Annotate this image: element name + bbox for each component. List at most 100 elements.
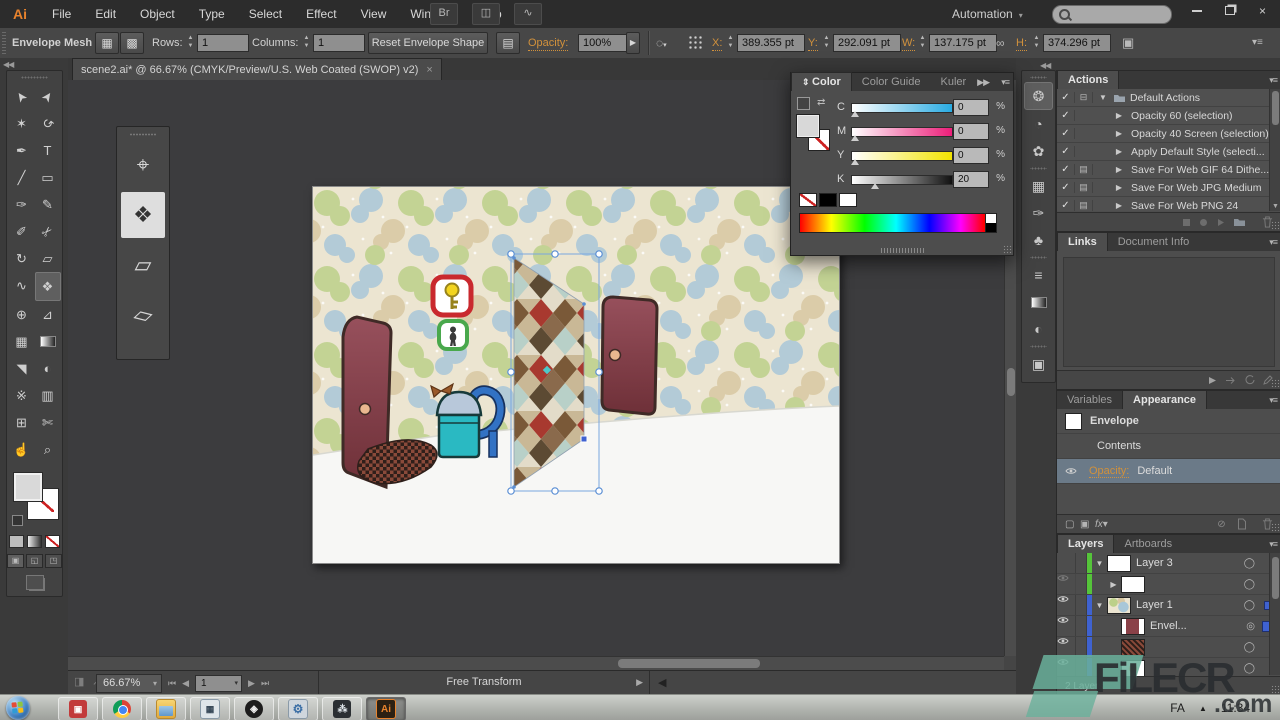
layers-scrollbar[interactable] <box>1269 553 1280 675</box>
last-artboard-icon[interactable]: ⏭ <box>261 678 269 689</box>
opacity-input[interactable]: 100% <box>578 34 628 52</box>
zoom-tool[interactable]: ⌕ <box>35 436 61 463</box>
stop-icon[interactable] <box>1182 218 1191 227</box>
free-transform-button[interactable]: ❖ <box>121 192 165 238</box>
links-panel-menu-icon[interactable]: ▾≡ <box>1269 237 1277 248</box>
layers-panel-menu-icon[interactable]: ▾≡ <box>1269 539 1277 550</box>
appearance-resize-grip[interactable] <box>1271 523 1280 532</box>
slider-track[interactable] <box>851 127 953 137</box>
reset-envelope-shape-button[interactable]: Reset Envelope Shape <box>368 32 488 54</box>
taskbar-nodes-app[interactable]: ⁂ <box>322 697 362 720</box>
status-display[interactable]: Free Transform▶ <box>318 671 650 694</box>
vertical-scroll-thumb[interactable] <box>1007 368 1015 396</box>
layer-target-icon[interactable]: ◎ <box>1246 621 1255 632</box>
color-collapse-icon[interactable]: ▶▶ <box>977 77 989 88</box>
record-icon[interactable] <box>1199 218 1208 227</box>
bounding-box-icon[interactable]: ▣ <box>1122 28 1134 58</box>
gradient-tool[interactable] <box>35 328 61 355</box>
selection-tool[interactable]: ➤ <box>9 83 35 110</box>
taskbar-unity[interactable]: ◈ <box>234 697 274 720</box>
color-panel-drag-dots[interactable] <box>881 248 925 253</box>
slider-track[interactable] <box>851 175 953 185</box>
horizontal-scroll-thumb[interactable] <box>618 659 760 668</box>
layer-visibility-icon[interactable] <box>1057 553 1076 573</box>
opacity-dropdown-arrow[interactable]: ▶ <box>626 32 640 54</box>
constrain-button[interactable]: ⌖ <box>121 142 165 188</box>
x-input[interactable]: 389.355 pt <box>737 34 805 52</box>
tab-color-guide[interactable]: Color Guide <box>852 73 931 91</box>
symbols-icon[interactable]: ♣ <box>1025 227 1052 253</box>
tab-color[interactable]: Color <box>791 72 852 91</box>
mesh-tool[interactable]: ▦ <box>9 328 35 355</box>
brushes-icon[interactable]: ✑ <box>1025 200 1052 226</box>
close-button[interactable]: × <box>1246 0 1279 22</box>
grayscale-icon[interactable] <box>797 97 810 110</box>
horizontal-scrollbar[interactable] <box>68 656 1004 671</box>
person-sign[interactable] <box>439 321 467 349</box>
tab-actions[interactable]: Actions <box>1057 70 1119 89</box>
draw-inside-button[interactable]: ◳ <box>45 554 62 568</box>
free-transform-tool[interactable]: ❖ <box>35 272 61 301</box>
slider-value-input[interactable]: 20 <box>953 171 989 188</box>
prev-artboard-icon[interactable]: ◀ <box>182 678 189 689</box>
swap-fill-stroke-icon[interactable]: ⇄ <box>817 97 825 108</box>
perspective-grid-tool[interactable]: ⊿ <box>35 301 61 328</box>
black-swatch[interactable] <box>819 193 837 207</box>
eye-icon[interactable] <box>1065 467 1081 475</box>
update-icon[interactable] <box>1245 375 1255 385</box>
next-artboard-icon[interactable]: ▶ <box>248 678 255 689</box>
right-door[interactable] <box>602 297 657 414</box>
y-input[interactable]: 292.091 pt <box>833 34 901 52</box>
tab-appearance[interactable]: Appearance <box>1122 390 1207 409</box>
none-swatch[interactable] <box>799 193 817 207</box>
tab-layers[interactable]: Layers <box>1057 534 1114 553</box>
navigator-icon[interactable]: ▣ <box>1025 351 1052 377</box>
w-stepper[interactable]: ▲▼ <box>918 34 927 51</box>
menu-edit[interactable]: Edit <box>83 0 128 28</box>
color-guide-icon[interactable]: ◔ <box>1025 111 1052 137</box>
layer-row[interactable]: Envel...◎ <box>1057 616 1280 637</box>
gradient-icon[interactable] <box>1025 289 1052 315</box>
constrain-proportions-icon[interactable]: ∞ <box>996 28 1005 58</box>
color-fill-swatch[interactable] <box>797 115 819 137</box>
color-resize-grip[interactable] <box>1003 245 1012 254</box>
tab-artboards[interactable]: Artboards <box>1114 535 1182 553</box>
blend-tool[interactable]: ◐ <box>35 355 61 382</box>
rotate-tool[interactable]: ↻ <box>9 245 35 272</box>
menu-object[interactable]: Object <box>128 0 187 28</box>
envelope-mesh-icon[interactable]: ▦ <box>95 32 119 54</box>
color-spectrum-bar[interactable] <box>799 213 997 233</box>
none-mode-button[interactable] <box>45 535 60 548</box>
h-stepper[interactable]: ▲▼ <box>1032 34 1041 51</box>
rectangle-tool[interactable]: ▭ <box>35 164 61 191</box>
actions-panel-menu-icon[interactable]: ▾≡ <box>1269 75 1277 86</box>
opacity-link[interactable]: Opacity: <box>1089 465 1129 478</box>
magic-wand-tool[interactable]: ✶ <box>9 110 35 137</box>
status-collapse-icon[interactable]: ◀ <box>658 676 666 689</box>
key-sign[interactable] <box>433 277 471 315</box>
search-input[interactable] <box>1052 5 1172 24</box>
draw-normal-button[interactable]: ▣ <box>7 554 24 568</box>
stroke-icon[interactable]: ≡ <box>1025 262 1052 288</box>
taskbar-settings-app[interactable]: ⚙ <box>278 697 318 720</box>
symbol-sprayer-tool[interactable]: ※ <box>9 382 35 409</box>
reference-point-icon[interactable] <box>688 35 703 50</box>
bridge-icon[interactable]: Br <box>430 3 458 25</box>
anchor-point[interactable] <box>581 436 587 442</box>
layer-visibility-icon[interactable] <box>1057 574 1076 594</box>
layer-target-icon[interactable]: ◯ <box>1244 579 1255 590</box>
appearance-row[interactable]: Envelope <box>1057 409 1280 434</box>
layer-row[interactable]: ▼Layer 1◯ <box>1057 595 1280 616</box>
color-panel-icon[interactable]: ❂ <box>1024 82 1053 110</box>
minimize-button[interactable] <box>1180 0 1213 22</box>
color-mode-button[interactable] <box>9 535 24 548</box>
taskbar-file-explorer[interactable] <box>146 697 186 720</box>
menu-type[interactable]: Type <box>187 0 237 28</box>
slider-handle[interactable] <box>871 183 879 189</box>
line-segment-tool[interactable]: ╱ <box>9 164 35 191</box>
taskbar-illustrator[interactable]: Ai <box>366 697 406 720</box>
action-row[interactable]: ✓▶Opacity 60 (selection) <box>1057 107 1280 125</box>
appearance-row[interactable]: Opacity:Default <box>1057 459 1280 484</box>
layer-row[interactable]: ▼Layer 3◯ <box>1057 553 1280 574</box>
slider-handle[interactable] <box>851 159 859 165</box>
